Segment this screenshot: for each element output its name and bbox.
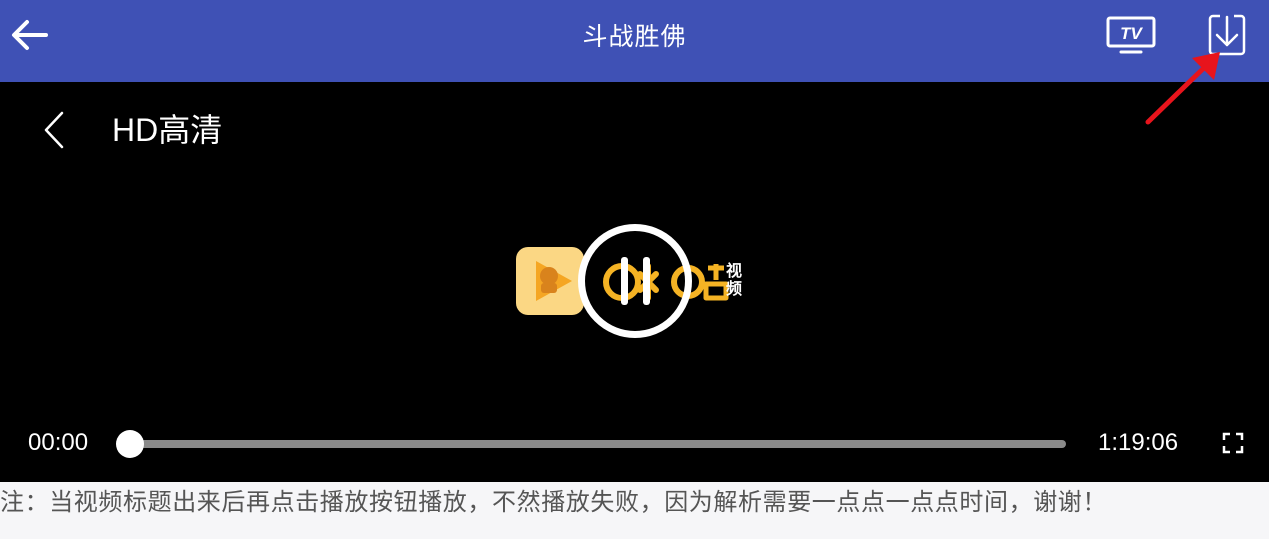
current-time: 00:00 xyxy=(28,429,89,456)
video-quality-label: HD高清 xyxy=(112,112,223,148)
page-title: 斗战胜佛 xyxy=(582,22,687,51)
cast-to-tv-button[interactable]: TV xyxy=(1103,12,1159,58)
tv-icon: TV xyxy=(1106,16,1156,54)
seek-bar-thumb[interactable] xyxy=(116,430,144,458)
download-icon xyxy=(1208,14,1246,56)
play-pause-button[interactable] xyxy=(578,224,692,338)
video-duration: 1:19:06 xyxy=(1098,429,1179,456)
app-screen: 斗战胜佛 TV HD高清 视频 00:00 1:19:06 注：当视频标题出来后… xyxy=(0,0,1269,539)
fullscreen-icon xyxy=(1222,432,1244,454)
chevron-left-icon xyxy=(44,111,64,149)
pause-icon-bar xyxy=(642,257,650,305)
seek-bar[interactable] xyxy=(116,430,1066,458)
notice-text: 注：当视频标题出来后再点击播放按钮播放，不然播放失败，因为解析需要一点点一点点时… xyxy=(0,488,1107,516)
tv-label: TV xyxy=(1120,24,1143,43)
fullscreen-button[interactable] xyxy=(1220,430,1246,456)
app-logo-tile xyxy=(516,247,584,315)
pause-icon xyxy=(620,257,628,305)
top-app-bar: 斗战胜佛 TV xyxy=(0,0,1269,82)
download-button[interactable] xyxy=(1203,10,1251,60)
video-player[interactable]: HD高清 视频 00:00 1:19:06 xyxy=(0,82,1269,482)
player-back-button[interactable] xyxy=(34,108,74,152)
app-logo-tag: 视频 xyxy=(726,261,743,298)
notice-banner: 注：当视频标题出来后再点击播放按钮播放，不然播放失败，因为解析需要一点点一点点时… xyxy=(0,482,1269,539)
